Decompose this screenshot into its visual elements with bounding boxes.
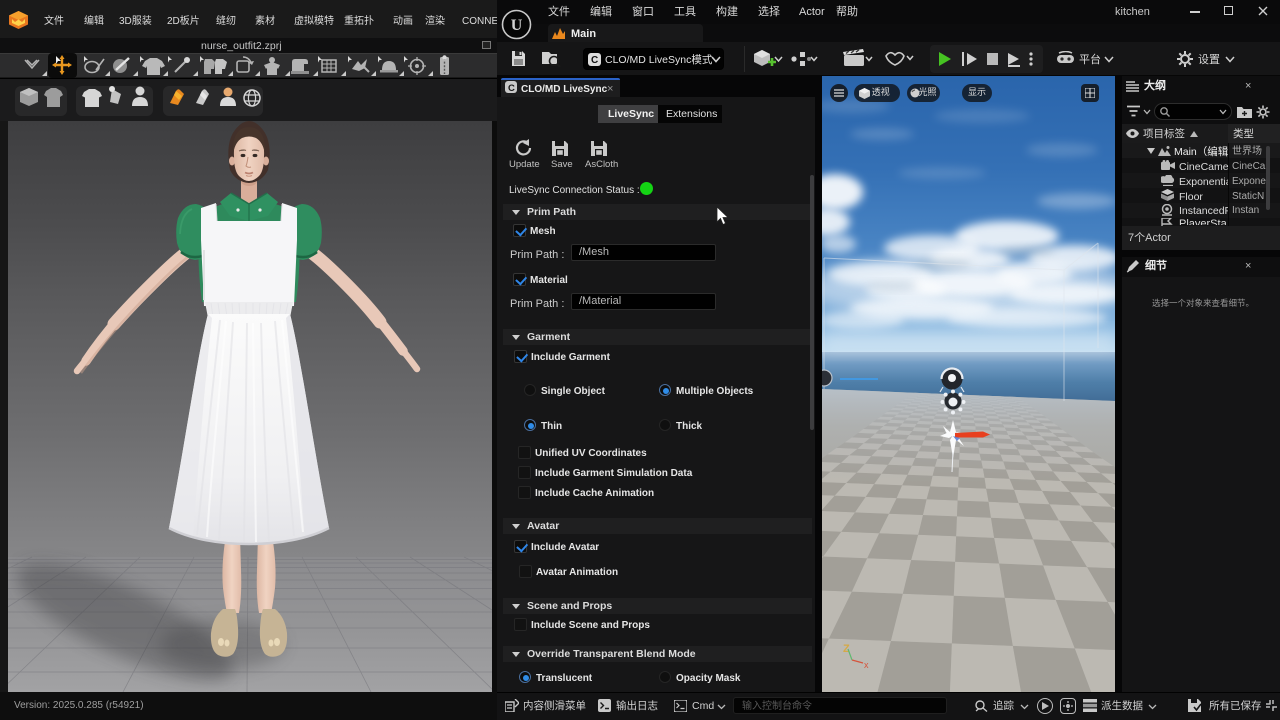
svg-text:x: x [864,660,869,670]
svg-text:U: U [511,17,523,34]
